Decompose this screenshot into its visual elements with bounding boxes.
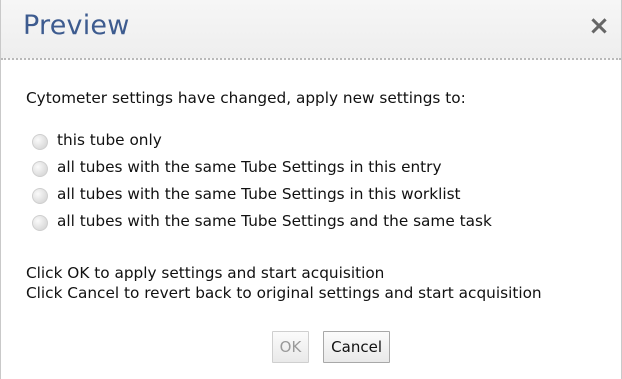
radio-button[interactable] — [32, 134, 48, 150]
dialog-titlebar: Preview × — [1, 0, 621, 60]
close-icon[interactable]: × — [585, 12, 613, 40]
dialog-title: Preview — [23, 10, 130, 41]
preview-dialog: Preview × Cytometer settings have change… — [0, 0, 622, 379]
instructions-text: Click OK to apply settings and start acq… — [26, 263, 542, 303]
radio-button[interactable] — [32, 161, 48, 177]
settings-prompt: Cytometer settings have changed, apply n… — [26, 89, 466, 107]
ok-instruction: Click OK to apply settings and start acq… — [26, 264, 385, 282]
option-label: all tubes with the same Tube Settings an… — [57, 212, 492, 230]
dialog-content: Cytometer settings have changed, apply n… — [26, 89, 616, 107]
option-label: this tube only — [57, 131, 162, 149]
option-label: all tubes with the same Tube Settings in… — [57, 185, 461, 203]
cancel-instruction: Click Cancel to revert back to original … — [26, 284, 542, 302]
radio-button[interactable] — [32, 215, 48, 231]
option-label: all tubes with the same Tube Settings in… — [57, 158, 442, 176]
ok-button[interactable]: OK — [272, 331, 309, 363]
dialog-buttons: OK Cancel — [272, 331, 391, 365]
radio-button[interactable] — [32, 188, 48, 204]
cancel-button[interactable]: Cancel — [323, 331, 391, 363]
